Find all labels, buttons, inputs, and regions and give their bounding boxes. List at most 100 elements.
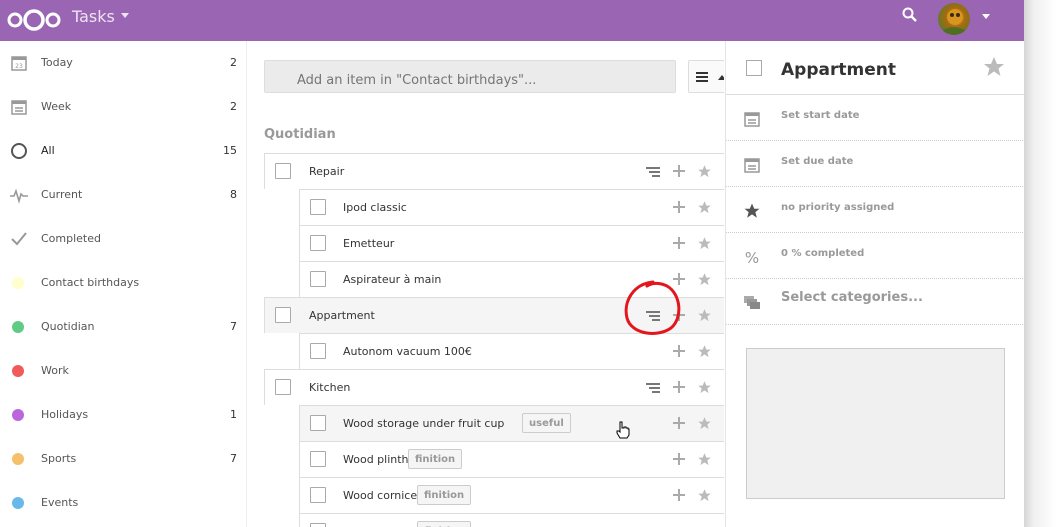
user-avatar[interactable] [938, 3, 970, 35]
category-tag: finition [417, 521, 472, 527]
task-checkbox[interactable] [310, 523, 326, 527]
sidebar-item-label: Week [41, 100, 72, 113]
add-subtask-plus-icon[interactable] [673, 381, 685, 393]
calendar-color-dot [12, 453, 24, 465]
sort-button[interactable] [688, 60, 724, 93]
task-row[interactable]: Kitchen [264, 369, 724, 405]
task-title: Wood cornice [343, 489, 418, 502]
sidebar-item-completed[interactable]: Completed [0, 217, 246, 261]
app-menu-chevron-down-icon[interactable] [121, 13, 129, 18]
task-checkbox[interactable] [310, 487, 326, 503]
percent-icon: % [745, 249, 759, 266]
task-checkbox[interactable] [310, 235, 326, 251]
add-subtask-plus-icon[interactable] [673, 417, 685, 429]
categories-row[interactable]: Select categories... [726, 279, 1025, 325]
star-icon[interactable] [697, 236, 712, 251]
sidebar-item-label: Work [41, 364, 69, 377]
star-icon[interactable] [697, 344, 712, 359]
task-title: Aspirateur à main [343, 273, 442, 286]
start-date-row[interactable]: Set start date [726, 95, 1025, 141]
checkmark-icon [11, 232, 27, 246]
show-subtasks-icon[interactable] [646, 167, 660, 177]
task-title: Ipod classic [343, 201, 407, 214]
app-title[interactable]: Tasks [72, 7, 115, 27]
add-subtask-plus-icon[interactable] [673, 165, 685, 177]
task-row[interactable]: Wood cornice finition [299, 477, 724, 513]
star-icon[interactable] [697, 200, 712, 215]
add-subtask-plus-icon[interactable] [673, 345, 685, 357]
priority-row[interactable]: no priority assigned [726, 187, 1025, 233]
pulse-icon [10, 188, 28, 204]
sidebar-item-today[interactable]: 23 Today 2 [0, 41, 246, 85]
sidebar-item-work[interactable]: Work [0, 349, 246, 393]
task-row[interactable]: finition [299, 513, 724, 527]
task-checkbox[interactable] [275, 307, 291, 323]
due-date-row[interactable]: Set due date [726, 141, 1025, 187]
task-checkbox[interactable] [275, 163, 291, 179]
sidebar-item-all[interactable]: All 15 [0, 129, 246, 173]
star-icon[interactable] [982, 55, 1006, 79]
sidebar-item-label: Holidays [41, 408, 89, 421]
star-icon[interactable] [697, 164, 712, 179]
task-row[interactable]: Wood plinth finition [299, 441, 724, 477]
task-checkbox[interactable] [310, 343, 326, 359]
task-row[interactable]: Repair [264, 153, 724, 189]
add-task-input[interactable] [264, 60, 676, 93]
search-icon[interactable] [901, 6, 919, 24]
star-icon[interactable] [697, 452, 712, 467]
show-subtasks-icon[interactable] [646, 383, 660, 393]
task-checkbox[interactable] [310, 199, 326, 215]
star-icon[interactable] [697, 488, 712, 503]
add-subtask-plus-icon[interactable] [673, 453, 685, 465]
sidebar-item-quotidian[interactable]: Quotidian 7 [0, 305, 246, 349]
sidebar-item-label: Today [41, 56, 73, 69]
task-list-area: Quotidian Repair Ipod classic Emetteur [248, 41, 724, 527]
percent-complete-label: 0 % completed [781, 248, 865, 259]
star-icon[interactable] [697, 308, 712, 323]
task-row[interactable]: Wood storage under fruit cup useful [299, 405, 724, 441]
star-icon [744, 203, 760, 218]
start-date-label: Set start date [781, 110, 860, 121]
task-checkbox[interactable] [310, 451, 326, 467]
sidebar-item-week[interactable]: Week 2 [0, 85, 246, 129]
sidebar-item-count: 7 [230, 320, 237, 333]
add-subtask-plus-icon[interactable] [673, 489, 685, 501]
add-subtask-plus-icon[interactable] [673, 201, 685, 213]
user-menu-chevron-down-icon[interactable] [982, 14, 990, 19]
task-title: Appartment [309, 309, 375, 322]
sidebar-item-sports[interactable]: Sports 7 [0, 437, 246, 481]
hand-cursor-icon [616, 421, 630, 439]
task-checkbox[interactable] [310, 415, 326, 431]
sidebar-item-current[interactable]: Current 8 [0, 173, 246, 217]
sidebar-item-events[interactable]: Events [0, 481, 246, 525]
task-checkbox[interactable] [275, 379, 291, 395]
percent-complete-row[interactable]: % 0 % completed [726, 233, 1025, 279]
sidebar-item-holidays[interactable]: Holidays 1 [0, 393, 246, 437]
calendar-color-dot [12, 277, 24, 289]
details-title[interactable]: Appartment [781, 60, 896, 80]
star-icon[interactable] [697, 380, 712, 395]
task-row[interactable]: Emetteur [299, 225, 724, 261]
task-title: Wood storage under fruit cup [343, 417, 505, 430]
annotation-circle [624, 280, 681, 335]
task-checkbox[interactable] [746, 60, 762, 76]
sidebar-item-count: 8 [230, 188, 237, 201]
circle-icon [11, 143, 27, 159]
add-subtask-plus-icon[interactable] [673, 237, 685, 249]
sidebar-item-label: Quotidian [41, 320, 95, 333]
task-checkbox[interactable] [310, 271, 326, 287]
top-header-bar: Tasks [0, 0, 1024, 41]
sidebar-item-label: Events [41, 496, 79, 509]
task-row[interactable]: Ipod classic [299, 189, 724, 225]
sidebar-item-count: 2 [230, 56, 237, 69]
calendar-color-dot [12, 321, 24, 333]
category-tag: useful [522, 413, 571, 433]
notes-textarea[interactable] [746, 348, 1005, 499]
star-icon[interactable] [697, 416, 712, 431]
sidebar-item-count: 1 [230, 408, 237, 421]
sidebar-item-contact-birthdays[interactable]: Contact birthdays [0, 261, 246, 305]
calendar-list-sidebar: 23 Today 2 Week 2 All 15 Current 8 Compl… [0, 41, 247, 527]
nextcloud-logo-icon[interactable] [5, 7, 63, 33]
sort-bars-icon [696, 72, 708, 82]
star-icon[interactable] [697, 272, 712, 287]
